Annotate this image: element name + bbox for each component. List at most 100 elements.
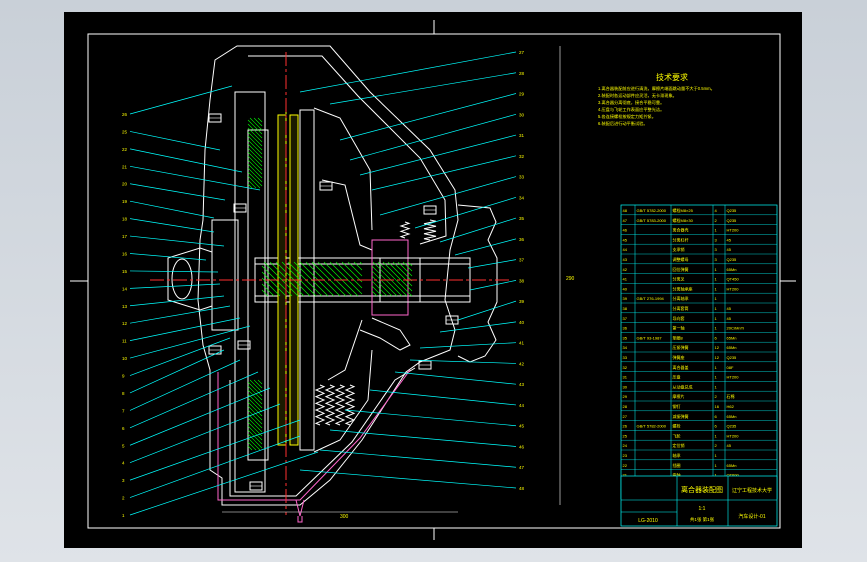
part-balloon: 3 (122, 478, 125, 483)
bom-cell: 45 (727, 247, 732, 252)
bom-cell: 螺栓 (673, 423, 681, 429)
part-balloon: 9 (122, 374, 125, 379)
assembly-drawing: 技术要求 1.离合器装配前应进行清洗，摩擦片端面跳动量不大于0.5mm。2.装配… (70, 20, 796, 540)
leader-line (129, 218, 215, 233)
bom-cell: 16 (715, 404, 720, 409)
part-balloon: 45 (519, 424, 525, 429)
leader-line (414, 196, 517, 229)
part-balloon: 46 (519, 444, 525, 449)
part-balloon: 31 (519, 133, 525, 138)
part-balloon: 29 (519, 92, 525, 97)
bom-cell: 22 (623, 463, 628, 468)
bom-cell: 从动盘总成 (673, 383, 693, 389)
part-balloon: 6 (122, 426, 125, 431)
bom-cell: 分离轴承 (673, 295, 689, 301)
bom-cell: 65Mn (727, 414, 737, 419)
bom-cell: 12 (715, 345, 720, 350)
part-balloon: 32 (519, 154, 525, 159)
bom-cell: GB/T 5782-2000 (637, 424, 667, 429)
part-balloon: 39 (519, 299, 525, 304)
bom-cell: Q235 (727, 257, 738, 262)
bom-cell: 35 (623, 335, 628, 340)
bom-table: 48 GB/T 5782-2000 螺栓M8×25 4 Q23547 GB/T 5783-… (620, 204, 778, 500)
bom-cell: 31 (623, 375, 628, 380)
bom-cell: 螺栓M8×25 (673, 207, 694, 213)
bom-cell: 44 (623, 247, 628, 252)
crankshaft-section (171, 258, 193, 300)
bom-cell: 65Mn (727, 463, 737, 468)
bom-cell: 压紧弹簧 (673, 344, 689, 350)
leader-line (379, 176, 517, 216)
leader-line (129, 183, 226, 201)
bom-cell: 48 (623, 208, 628, 213)
school-name: 辽宁工程技术大学 (732, 487, 772, 494)
leader-line (129, 270, 219, 273)
part-balloon: 25 (122, 129, 128, 134)
bom-cell: 螺栓M8×30 (673, 217, 694, 223)
bom-cell: 45 (727, 443, 732, 448)
part-balloon: 44 (519, 403, 525, 408)
bom-cell: 定位销 (673, 442, 685, 448)
leader-line (419, 342, 517, 349)
bom-cell: 飞轮 (673, 432, 681, 438)
bom-cell: 离合器壳 (673, 227, 689, 233)
part-balloon: 5 (122, 443, 125, 448)
bom-cell: 08F (727, 365, 734, 370)
bom-cell: 33 (623, 355, 628, 360)
leader-line (329, 429, 517, 447)
leader-line (369, 389, 517, 406)
bom-cell: 回位弹簧 (673, 266, 689, 272)
bom-cell: 导向套 (673, 315, 685, 321)
bom-cell: Q235 (727, 208, 738, 213)
bom-frame (620, 204, 778, 490)
leader-line (319, 449, 517, 468)
tech-note: 6.装配后进行动平衡试验。 (598, 120, 648, 127)
bom-cell: 摩擦片 (673, 393, 685, 399)
housing-outline (197, 45, 459, 506)
bom-cell: 45 (727, 316, 732, 321)
bom-cell: 30 (623, 384, 628, 389)
part-balloon: 33 (519, 175, 525, 180)
bom-cell: 36 (623, 326, 628, 331)
bom-cell: 支承销 (673, 246, 685, 252)
bom-cell: 分离套筒 (673, 305, 689, 311)
part-balloon: 8 (122, 391, 125, 396)
part-balloon: 21 (122, 164, 128, 169)
part-balloon: 37 (519, 258, 525, 263)
bom-cell: 37 (623, 316, 628, 321)
bom-cell: 分离叉 (673, 276, 685, 282)
leader-line (129, 387, 271, 446)
leader-line (359, 134, 517, 176)
scale: 1:1 (699, 506, 706, 512)
bom-cell: 24 (623, 443, 628, 448)
bom-cell: 弹簧座 (673, 354, 685, 360)
bom-cell: 46 (623, 228, 628, 233)
tech-note: 5.各连接螺栓按规定力矩拧紧。 (598, 113, 656, 120)
bom-cell: QT450 (727, 277, 740, 282)
leader-line (469, 280, 517, 291)
bom-cell: 25 (623, 433, 628, 438)
leader-line (129, 165, 261, 191)
bom-cell: 45 (623, 237, 628, 242)
part-balloon: 28 (519, 71, 525, 76)
part-balloon: 30 (519, 112, 525, 117)
drawing-number: 汽车设计-01 (738, 513, 765, 520)
bom-cell: GB/T 93-1987 (637, 335, 663, 340)
leader-line (439, 217, 517, 243)
leader-line (129, 283, 221, 289)
tech-note: 2.装配时各运动部件应灵活，无卡滞现象。 (598, 92, 677, 99)
leader-line (129, 148, 243, 173)
bom-cell: 离合器盖 (673, 364, 689, 370)
bom-cell: 38 (623, 306, 628, 311)
leader-line (371, 155, 517, 191)
bom-cell: 65Mn (727, 345, 737, 350)
drain-plug (295, 499, 305, 523)
part-balloon: 22 (122, 147, 128, 152)
bom-cell: HT200 (727, 375, 740, 380)
bom-cell: GB/T 5783-2000 (637, 218, 667, 223)
tech-requirements: 技术要求 1.离合器装配前应进行清洗，摩擦片端面跳动量不大于0.5mm。2.装配… (598, 72, 715, 127)
part-balloon: 43 (519, 382, 525, 387)
tech-title: 技术要求 (656, 72, 688, 82)
part-balloon: 1 (122, 513, 125, 518)
part-balloon: 16 (122, 251, 128, 256)
